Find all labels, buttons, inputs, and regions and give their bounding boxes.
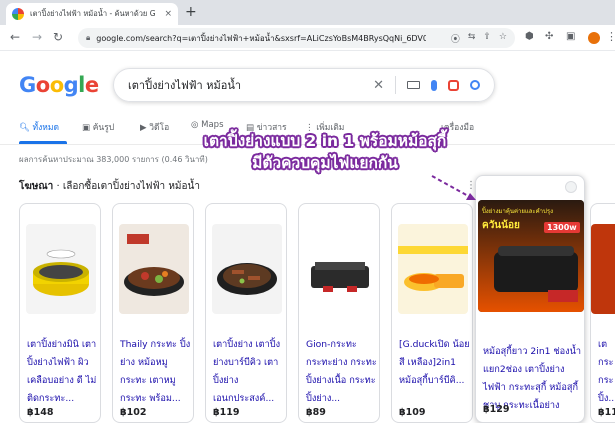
annotation-arrow bbox=[431, 175, 476, 200]
